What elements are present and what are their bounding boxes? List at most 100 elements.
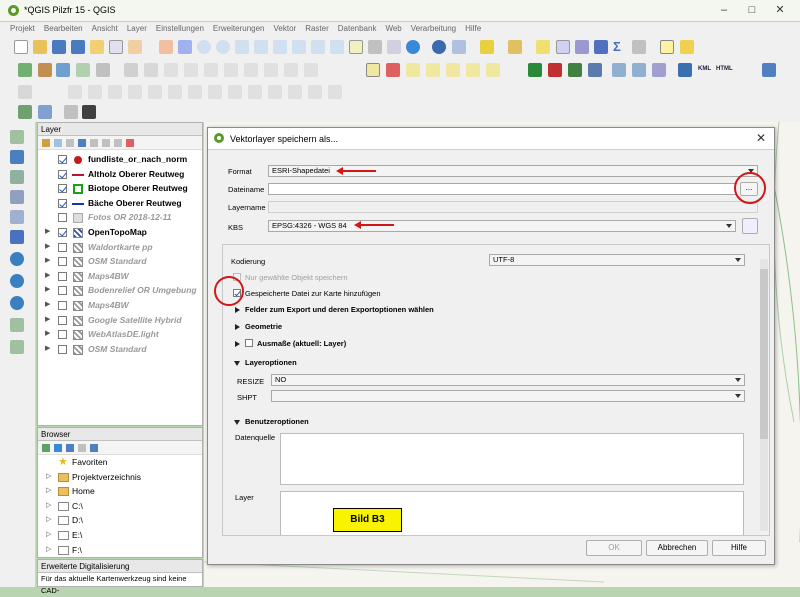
data-source-manager-icon[interactable] bbox=[18, 63, 32, 77]
browser-item[interactable]: ▷ D:\ bbox=[38, 513, 202, 528]
style-manager-icon[interactable] bbox=[128, 40, 142, 54]
plugin-grid-icon[interactable] bbox=[652, 63, 666, 77]
expand-arrow-icon[interactable]: ▶ bbox=[45, 298, 50, 312]
crs-selector-icon[interactable] bbox=[742, 218, 758, 234]
layer-row[interactable]: Altholz Oberer Reutweg bbox=[38, 167, 202, 182]
resize-select[interactable]: NO bbox=[271, 374, 745, 386]
layer-visibility-checkbox[interactable] bbox=[58, 227, 67, 237]
adv-digitize-icon[interactable] bbox=[18, 85, 32, 99]
menu-web[interactable]: Web bbox=[385, 22, 401, 36]
ok-button[interactable]: OK bbox=[586, 540, 642, 556]
zoom-in-icon[interactable] bbox=[197, 40, 211, 54]
actions-icon[interactable] bbox=[452, 40, 466, 54]
html-export-icon[interactable]: HTML bbox=[716, 62, 736, 76]
move-label-icon[interactable] bbox=[446, 63, 460, 77]
filename-input[interactable] bbox=[268, 183, 736, 195]
expand-arrow-icon[interactable]: ▷ bbox=[46, 528, 51, 542]
layer-visibility-checkbox[interactable] bbox=[58, 286, 67, 296]
zoom-native-icon[interactable] bbox=[235, 40, 249, 54]
new-layer-icon[interactable] bbox=[76, 63, 90, 77]
plugin-globe-icon[interactable] bbox=[612, 63, 626, 77]
delete-ring-icon[interactable] bbox=[168, 85, 182, 99]
menu-verarbeitung[interactable]: Verarbeitung bbox=[411, 22, 456, 36]
new-print-layout-icon[interactable] bbox=[90, 40, 104, 54]
pin-labels-icon[interactable] bbox=[406, 63, 420, 77]
plugin-green-icon[interactable] bbox=[528, 63, 542, 77]
kml-export-icon[interactable]: KML bbox=[698, 62, 716, 76]
datasource-textarea[interactable] bbox=[280, 433, 744, 485]
layer-visibility-checkbox[interactable] bbox=[58, 315, 67, 325]
add-part-icon[interactable] bbox=[128, 85, 142, 99]
expand-arrow-icon[interactable]: ▶ bbox=[45, 269, 50, 283]
select-features-icon[interactable] bbox=[480, 40, 494, 54]
field-calculator-icon[interactable] bbox=[575, 40, 589, 54]
layer-row[interactable]: Bäche Oberer Reutweg bbox=[38, 196, 202, 211]
extent-section-header[interactable]: Ausmaße (aktuell: Layer) bbox=[257, 339, 346, 348]
label-highlight-icon[interactable] bbox=[386, 63, 400, 77]
deselect-icon[interactable] bbox=[536, 40, 550, 54]
collapse-arrow-icon[interactable] bbox=[234, 361, 240, 366]
expand-arrow-icon[interactable]: ▶ bbox=[45, 225, 50, 239]
close-window-button[interactable]: ✕ bbox=[766, 0, 794, 20]
rotate-symbol-icon[interactable] bbox=[328, 85, 342, 99]
add-wcs-icon[interactable] bbox=[10, 274, 24, 288]
menu-raster[interactable]: Raster bbox=[305, 22, 329, 36]
layer-options-section-header[interactable]: Layeroptionen bbox=[245, 358, 297, 367]
attribute-table-icon[interactable] bbox=[556, 40, 570, 54]
layer-visibility-checkbox[interactable] bbox=[58, 155, 67, 164]
merge-attributes-icon[interactable] bbox=[308, 85, 322, 99]
layer-visibility-checkbox[interactable] bbox=[58, 213, 67, 223]
zoom-layer-icon[interactable] bbox=[292, 40, 306, 54]
change-label-icon[interactable] bbox=[486, 63, 500, 77]
add-raster-layer-icon[interactable] bbox=[10, 150, 24, 164]
scrollbar-thumb[interactable] bbox=[760, 269, 768, 439]
browser-item[interactable]: ▷ E:\ bbox=[38, 528, 202, 543]
minimize-button[interactable]: – bbox=[710, 0, 738, 20]
layer-row[interactable]: ▶ Waldortkarte pp bbox=[38, 240, 202, 255]
new-map-view-icon[interactable] bbox=[349, 40, 363, 54]
add-wfs-icon[interactable] bbox=[10, 296, 24, 310]
layer-row[interactable]: ▶ Maps4BW bbox=[38, 298, 202, 313]
expand-arrow-icon[interactable]: ▶ bbox=[45, 240, 50, 254]
gps-icon[interactable] bbox=[64, 105, 78, 119]
layer-visibility-checkbox[interactable] bbox=[58, 330, 67, 340]
vertex-tool-icon[interactable] bbox=[184, 63, 198, 77]
maximize-button[interactable]: □ bbox=[738, 0, 766, 20]
plugin-red-icon[interactable] bbox=[548, 63, 562, 77]
text-annotation-icon[interactable] bbox=[680, 40, 694, 54]
expand-arrow-icon[interactable]: ▶ bbox=[45, 313, 50, 327]
add-vector-layer-icon[interactable] bbox=[10, 130, 24, 144]
offset-curve-icon[interactable] bbox=[228, 85, 242, 99]
browser-item[interactable]: ★ Favoriten bbox=[38, 455, 202, 470]
new-project-icon[interactable] bbox=[14, 40, 28, 54]
extent-checkbox[interactable] bbox=[245, 339, 253, 347]
reshape-icon[interactable] bbox=[208, 85, 222, 99]
select-by-value-icon[interactable] bbox=[508, 40, 522, 54]
menu-erweiterungen[interactable]: Erweiterungen bbox=[213, 22, 265, 36]
paste-features-icon[interactable] bbox=[264, 63, 278, 77]
menu-ansicht[interactable]: Ansicht bbox=[92, 22, 118, 36]
measure-icon[interactable] bbox=[632, 40, 646, 54]
plugin-db-icon[interactable] bbox=[588, 63, 602, 77]
layer-row[interactable]: fundliste_or_nach_norm bbox=[38, 152, 202, 167]
collapse-arrow-icon[interactable] bbox=[234, 420, 240, 425]
layer-visibility-checkbox[interactable] bbox=[58, 257, 67, 267]
layer-row[interactable]: Fotos OR 2018-12-11 bbox=[38, 210, 202, 225]
geometry-section-header[interactable]: Geometrie bbox=[245, 322, 282, 331]
encoding-select[interactable]: UTF-8 bbox=[489, 254, 745, 266]
zoom-out-icon[interactable] bbox=[216, 40, 230, 54]
cut-features-icon[interactable] bbox=[224, 63, 238, 77]
statistics-sigma-icon[interactable]: Σ bbox=[613, 40, 627, 54]
layer-row[interactable]: ▶ Bodenrelief OR Umgebung bbox=[38, 283, 202, 298]
identify-icon[interactable] bbox=[432, 40, 446, 54]
layer-visibility-checkbox[interactable] bbox=[58, 169, 67, 179]
temp-layer-icon[interactable] bbox=[96, 63, 110, 77]
layer-row[interactable]: ▶ Google Satellite Hybrid bbox=[38, 313, 202, 328]
zoom-full-icon[interactable] bbox=[254, 40, 268, 54]
add-mssql-icon[interactable] bbox=[10, 210, 24, 224]
cancel-button[interactable]: Abbrechen bbox=[646, 540, 708, 556]
open-project-icon[interactable] bbox=[33, 40, 47, 54]
save-as-icon[interactable] bbox=[71, 40, 85, 54]
add-virtual-layer-icon[interactable] bbox=[10, 340, 24, 354]
layer-row[interactable]: ▶ OSM Standard bbox=[38, 254, 202, 269]
